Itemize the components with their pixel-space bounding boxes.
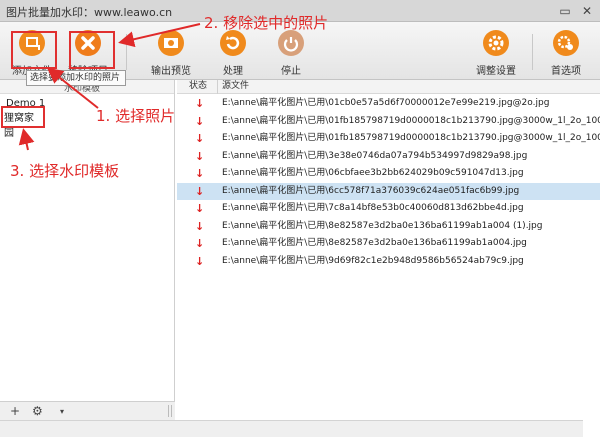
annotation-arrows <box>18 23 201 151</box>
